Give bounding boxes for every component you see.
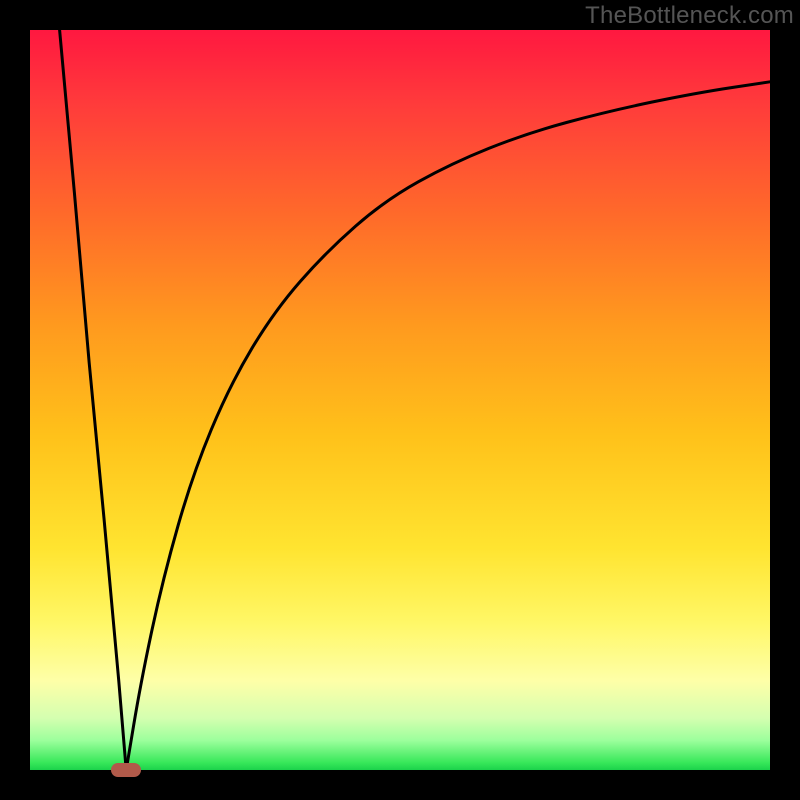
plot-area [30,30,770,770]
bottleneck-curve [30,30,770,770]
minimum-marker [111,763,141,778]
chart-frame: TheBottleneck.com [0,0,800,800]
curve-left-branch [60,30,127,770]
watermark-label: TheBottleneck.com [585,2,794,30]
curve-right-branch [126,82,770,770]
